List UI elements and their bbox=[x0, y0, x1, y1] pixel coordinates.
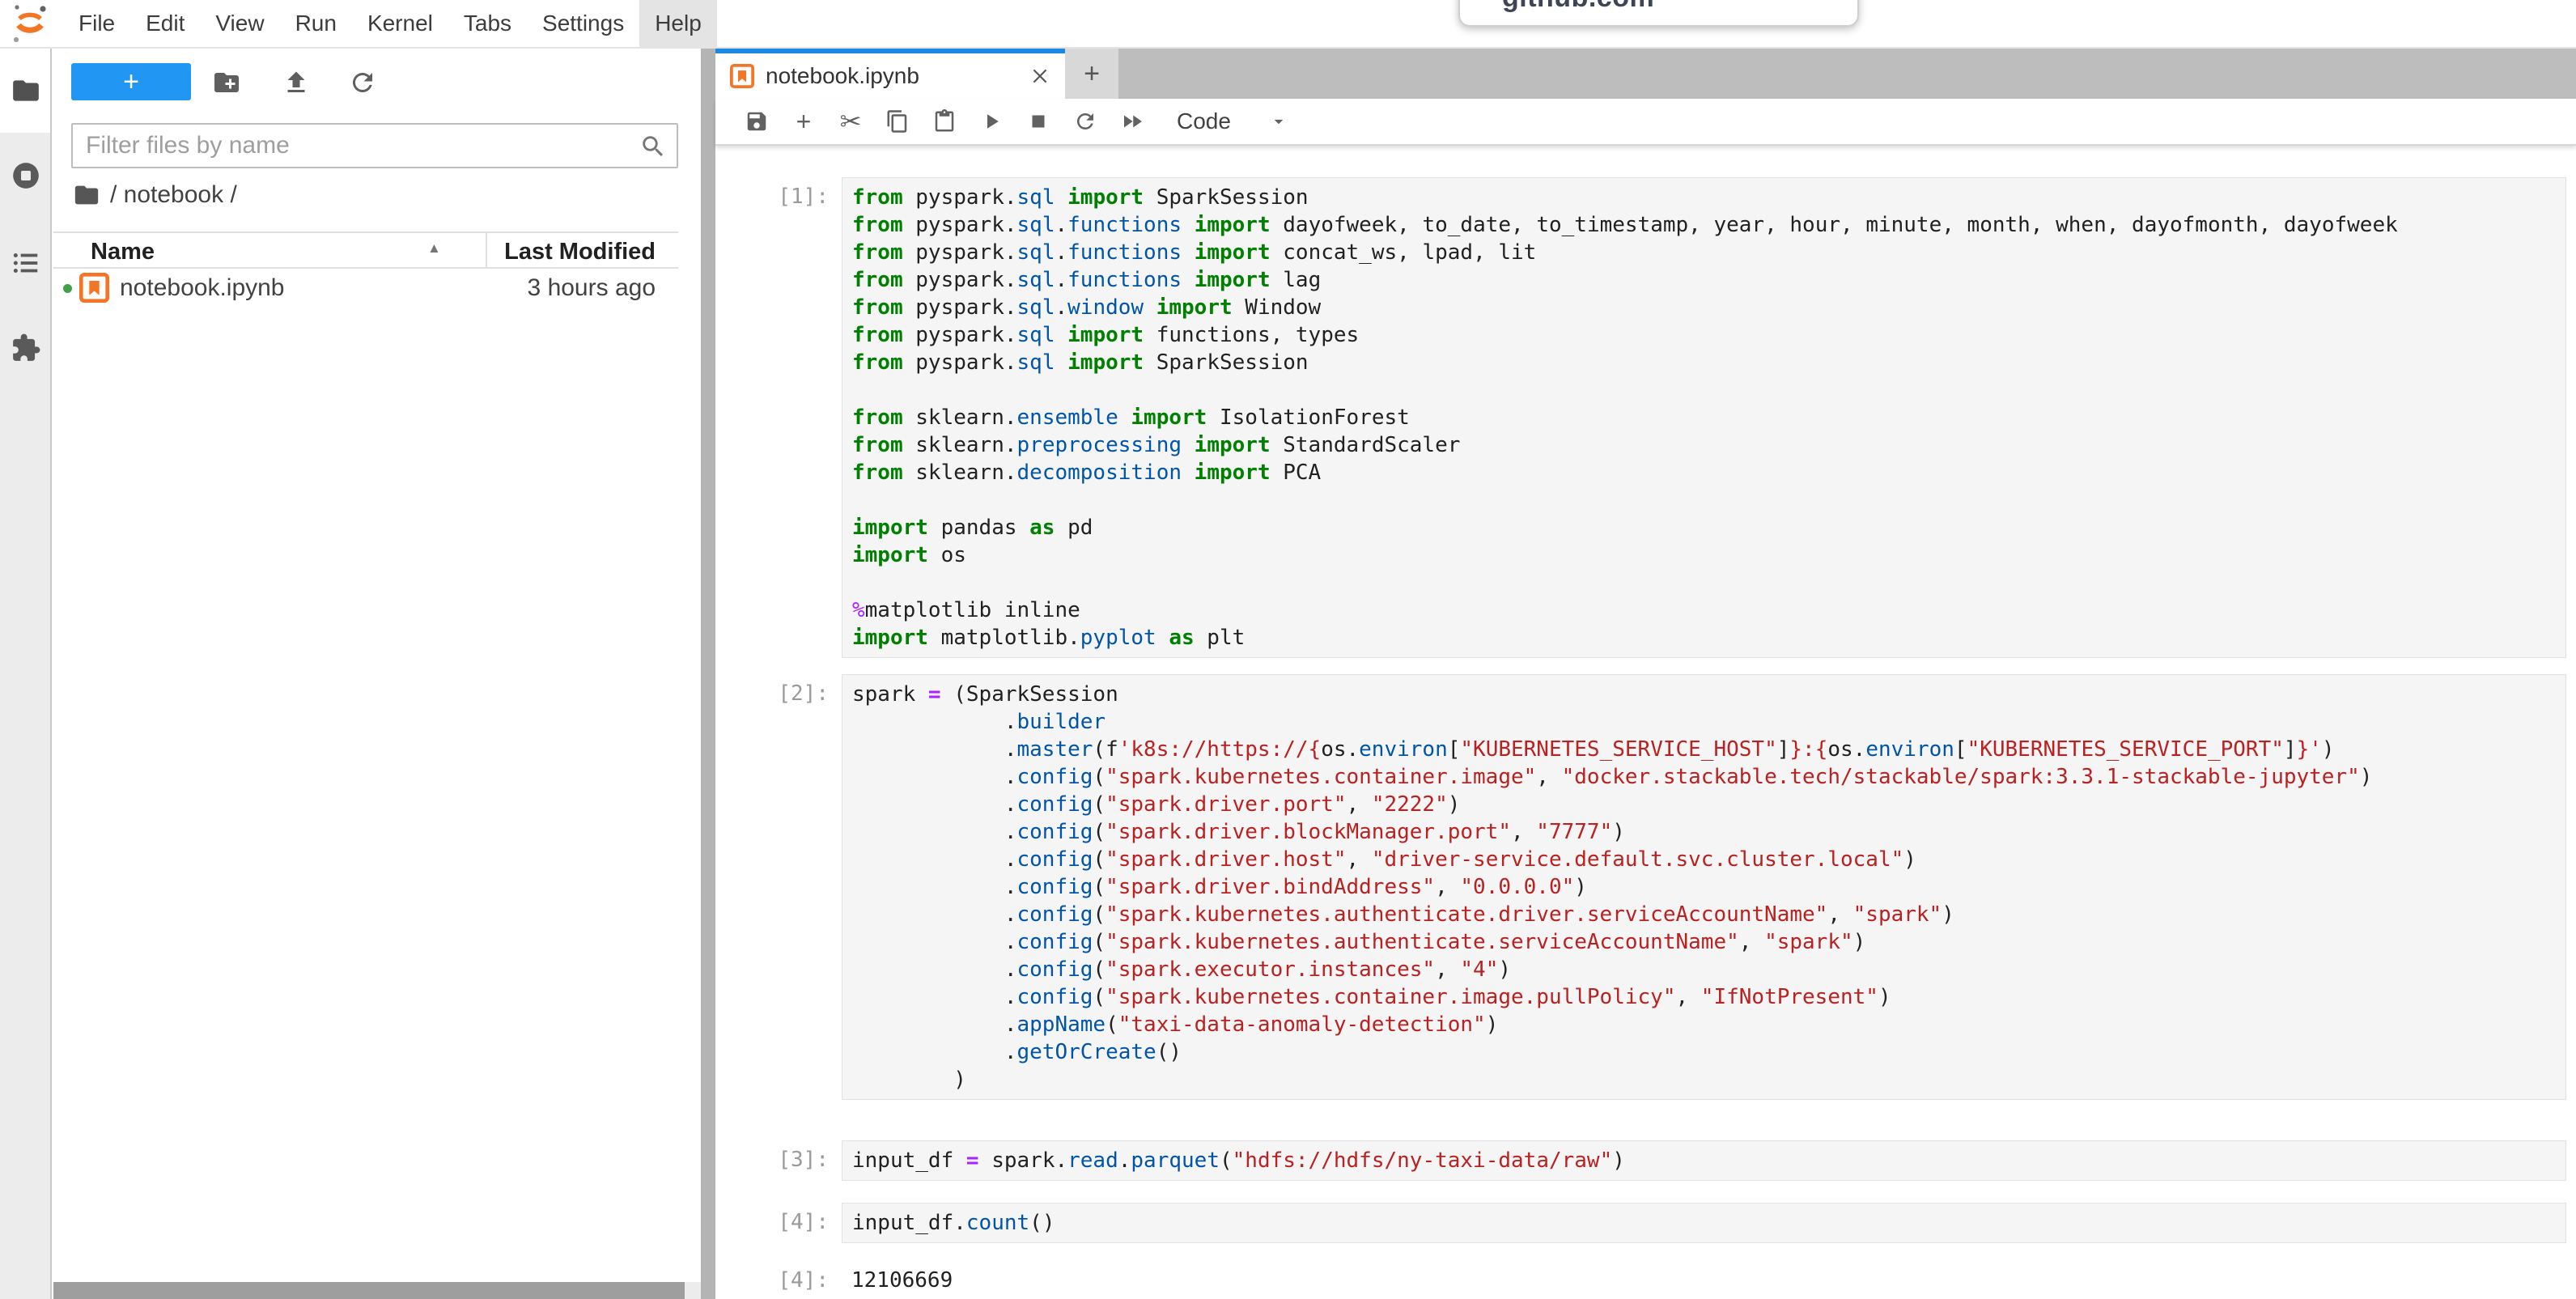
column-header-name[interactable]: Name bbox=[91, 239, 155, 265]
column-header-last-modified[interactable]: Last Modified bbox=[504, 239, 656, 265]
filter-files-box bbox=[71, 123, 678, 168]
popup-origin-text: github.com bbox=[1502, 0, 1654, 14]
menu-bar: FileEditViewRunKernelTabsSettingsHelp bbox=[0, 0, 2576, 49]
cell-prompt: [2]: bbox=[715, 674, 842, 1100]
menu-view[interactable]: View bbox=[200, 0, 279, 47]
file-listing-header: Name ▲ Last Modified bbox=[53, 231, 678, 269]
run-cell-button[interactable] bbox=[968, 104, 1015, 139]
new-tab-button[interactable]: + bbox=[1065, 49, 1118, 99]
search-icon bbox=[639, 133, 667, 160]
cell-output-area: 12106669 bbox=[842, 1261, 2566, 1299]
restart-kernel-button[interactable] bbox=[1062, 104, 1109, 139]
file-name: notebook.ipynb bbox=[120, 274, 285, 302]
running-sessions-icon[interactable] bbox=[11, 160, 41, 191]
cell-editor[interactable]: input_df = spark.read.parquet("hdfs://hd… bbox=[842, 1140, 2566, 1181]
menu-items: FileEditViewRunKernelTabsSettingsHelp bbox=[63, 0, 717, 47]
notebook-toolbar: + ✂ Code bbox=[715, 99, 2576, 146]
cut-cell-button[interactable]: ✂ bbox=[827, 104, 874, 139]
code-cell: [4]:input_df.count() bbox=[715, 1203, 2576, 1243]
file-browser-hscrollbar[interactable] bbox=[53, 1282, 701, 1299]
cell-prompt: [3]: bbox=[715, 1140, 842, 1181]
cell-type-value: Code bbox=[1177, 108, 1231, 134]
jupyterlab-app: FileEditViewRunKernelTabsSettingsHelp gi… bbox=[0, 0, 2576, 1299]
restart-run-all-button[interactable] bbox=[1109, 104, 1156, 139]
notebook-file-icon bbox=[79, 273, 109, 303]
menu-tabs[interactable]: Tabs bbox=[448, 0, 527, 47]
menu-help[interactable]: Help bbox=[639, 0, 717, 47]
menu-run[interactable]: Run bbox=[280, 0, 352, 47]
new-launcher-button[interactable]: + bbox=[71, 63, 191, 100]
add-cell-button[interactable]: + bbox=[780, 104, 827, 139]
refresh-icon[interactable] bbox=[348, 68, 377, 97]
breadcrumb-path: / notebook / bbox=[110, 181, 237, 209]
cell-type-dropdown[interactable]: Code bbox=[1177, 108, 1289, 134]
menu-file[interactable]: File bbox=[63, 0, 130, 47]
save-button[interactable] bbox=[733, 104, 780, 139]
cell-editor[interactable]: from pyspark.sql import SparkSessionfrom… bbox=[842, 177, 2566, 658]
file-row[interactable]: notebook.ipynb 3 hours ago bbox=[53, 269, 678, 308]
extension-manager-icon[interactable] bbox=[11, 333, 41, 363]
output-cell: [4]:12106669 bbox=[715, 1261, 2576, 1299]
breadcrumb[interactable]: / notebook / bbox=[73, 181, 237, 209]
code-cell: [3]:input_df = spark.read.parquet("hdfs:… bbox=[715, 1140, 2576, 1181]
tab-title: notebook.ipynb bbox=[766, 63, 1029, 89]
left-sidebar bbox=[0, 49, 52, 1299]
upload-icon[interactable] bbox=[282, 68, 311, 97]
file-modified: 3 hours ago bbox=[528, 274, 656, 302]
column-divider bbox=[486, 233, 487, 269]
table-of-contents-icon[interactable] bbox=[11, 248, 41, 278]
file-browser-panel: + / notebook / Name ▲ Last Modified bbox=[53, 49, 701, 1299]
new-folder-icon[interactable] bbox=[212, 68, 241, 97]
filter-files-input[interactable] bbox=[86, 125, 628, 167]
close-tab-icon[interactable] bbox=[1029, 66, 1050, 87]
cell-prompt: [1]: bbox=[715, 177, 842, 658]
file-browser-icon[interactable] bbox=[11, 75, 41, 106]
tab-notebook[interactable]: notebook.ipynb bbox=[715, 49, 1065, 99]
copy-cell-button[interactable] bbox=[874, 104, 921, 139]
chevron-down-icon bbox=[1268, 111, 1289, 132]
sort-ascending-icon: ▲ bbox=[427, 240, 441, 257]
notebook-file-icon bbox=[730, 64, 754, 88]
menu-settings[interactable]: Settings bbox=[527, 0, 639, 47]
notebook-cells: [1]:from pyspark.sql import SparkSession… bbox=[715, 147, 2576, 1299]
browser-popup: github.com bbox=[1458, 0, 1859, 27]
interrupt-kernel-button[interactable] bbox=[1015, 104, 1062, 139]
jupyter-logo-icon bbox=[10, 2, 50, 45]
cell-editor[interactable]: input_df.count() bbox=[842, 1203, 2566, 1243]
code-cell: [1]:from pyspark.sql import SparkSession… bbox=[715, 177, 2576, 658]
panel-divider[interactable] bbox=[701, 49, 715, 1299]
notebook-panel: notebook.ipynb + + ✂ bbox=[715, 49, 2576, 1299]
paste-cell-button[interactable] bbox=[921, 104, 968, 139]
code-cell: [2]:spark = (SparkSession .builder .mast… bbox=[715, 674, 2576, 1100]
menu-edit[interactable]: Edit bbox=[130, 0, 200, 47]
cell-prompt: [4]: bbox=[715, 1261, 842, 1299]
cell-editor[interactable]: spark = (SparkSession .builder .master(f… bbox=[842, 674, 2566, 1100]
kernel-running-dot bbox=[63, 284, 72, 293]
tab-bar: notebook.ipynb + bbox=[715, 49, 2576, 99]
hscrollbar-thumb[interactable] bbox=[53, 1282, 685, 1299]
cell-prompt: [4]: bbox=[715, 1203, 842, 1243]
menu-kernel[interactable]: Kernel bbox=[352, 0, 448, 47]
home-folder-icon[interactable] bbox=[73, 181, 100, 209]
